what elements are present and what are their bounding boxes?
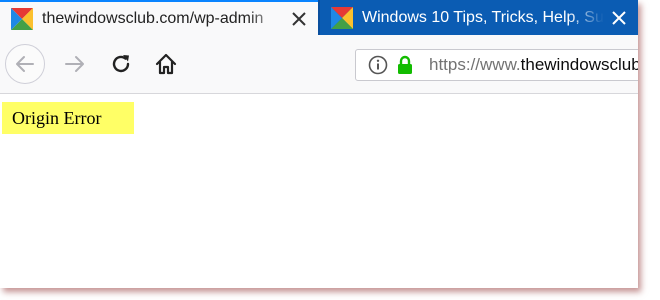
forward-arrow-icon — [65, 56, 84, 72]
info-icon[interactable] — [368, 55, 388, 75]
home-icon — [155, 53, 177, 75]
origin-error-message: Origin Error — [2, 102, 134, 134]
tab-title: Windows 10 Tips, Tricks, Help, Support — [362, 8, 604, 26]
tab-strip: thewindowsclub.com/wp-admin Windows 10 T… — [0, 0, 638, 35]
lock-icon[interactable] — [397, 55, 413, 75]
page-content: Origin Error — [0, 94, 638, 288]
address-bar[interactable]: https://www.thewindowsclub.com — [355, 49, 638, 81]
back-arrow-icon — [16, 56, 34, 72]
reload-button[interactable] — [107, 50, 135, 78]
tab-title: thewindowsclub.com/wp-admin — [42, 9, 264, 27]
url-text[interactable]: https://www.thewindowsclub.com — [429, 55, 638, 75]
navigation-toolbar: https://www.thewindowsclub.com — [0, 35, 638, 94]
reload-icon — [112, 55, 130, 73]
close-tab-icon[interactable] — [604, 3, 634, 33]
home-button[interactable] — [152, 50, 180, 78]
tab-windows10-tips[interactable]: Windows 10 Tips, Tricks, Help, Support — [320, 0, 638, 35]
url-protocol: https://www. — [429, 55, 521, 74]
tab-wp-admin[interactable]: thewindowsclub.com/wp-admin — [0, 0, 318, 35]
close-tab-icon[interactable] — [284, 4, 314, 34]
site-favicon-icon — [331, 6, 353, 29]
url-domain: thewindowsclub.com — [520, 55, 638, 74]
site-favicon-icon — [11, 7, 33, 30]
browser-window: thewindowsclub.com/wp-admin Windows 10 T… — [0, 0, 638, 288]
forward-button[interactable] — [61, 50, 89, 78]
back-button[interactable] — [5, 44, 45, 84]
